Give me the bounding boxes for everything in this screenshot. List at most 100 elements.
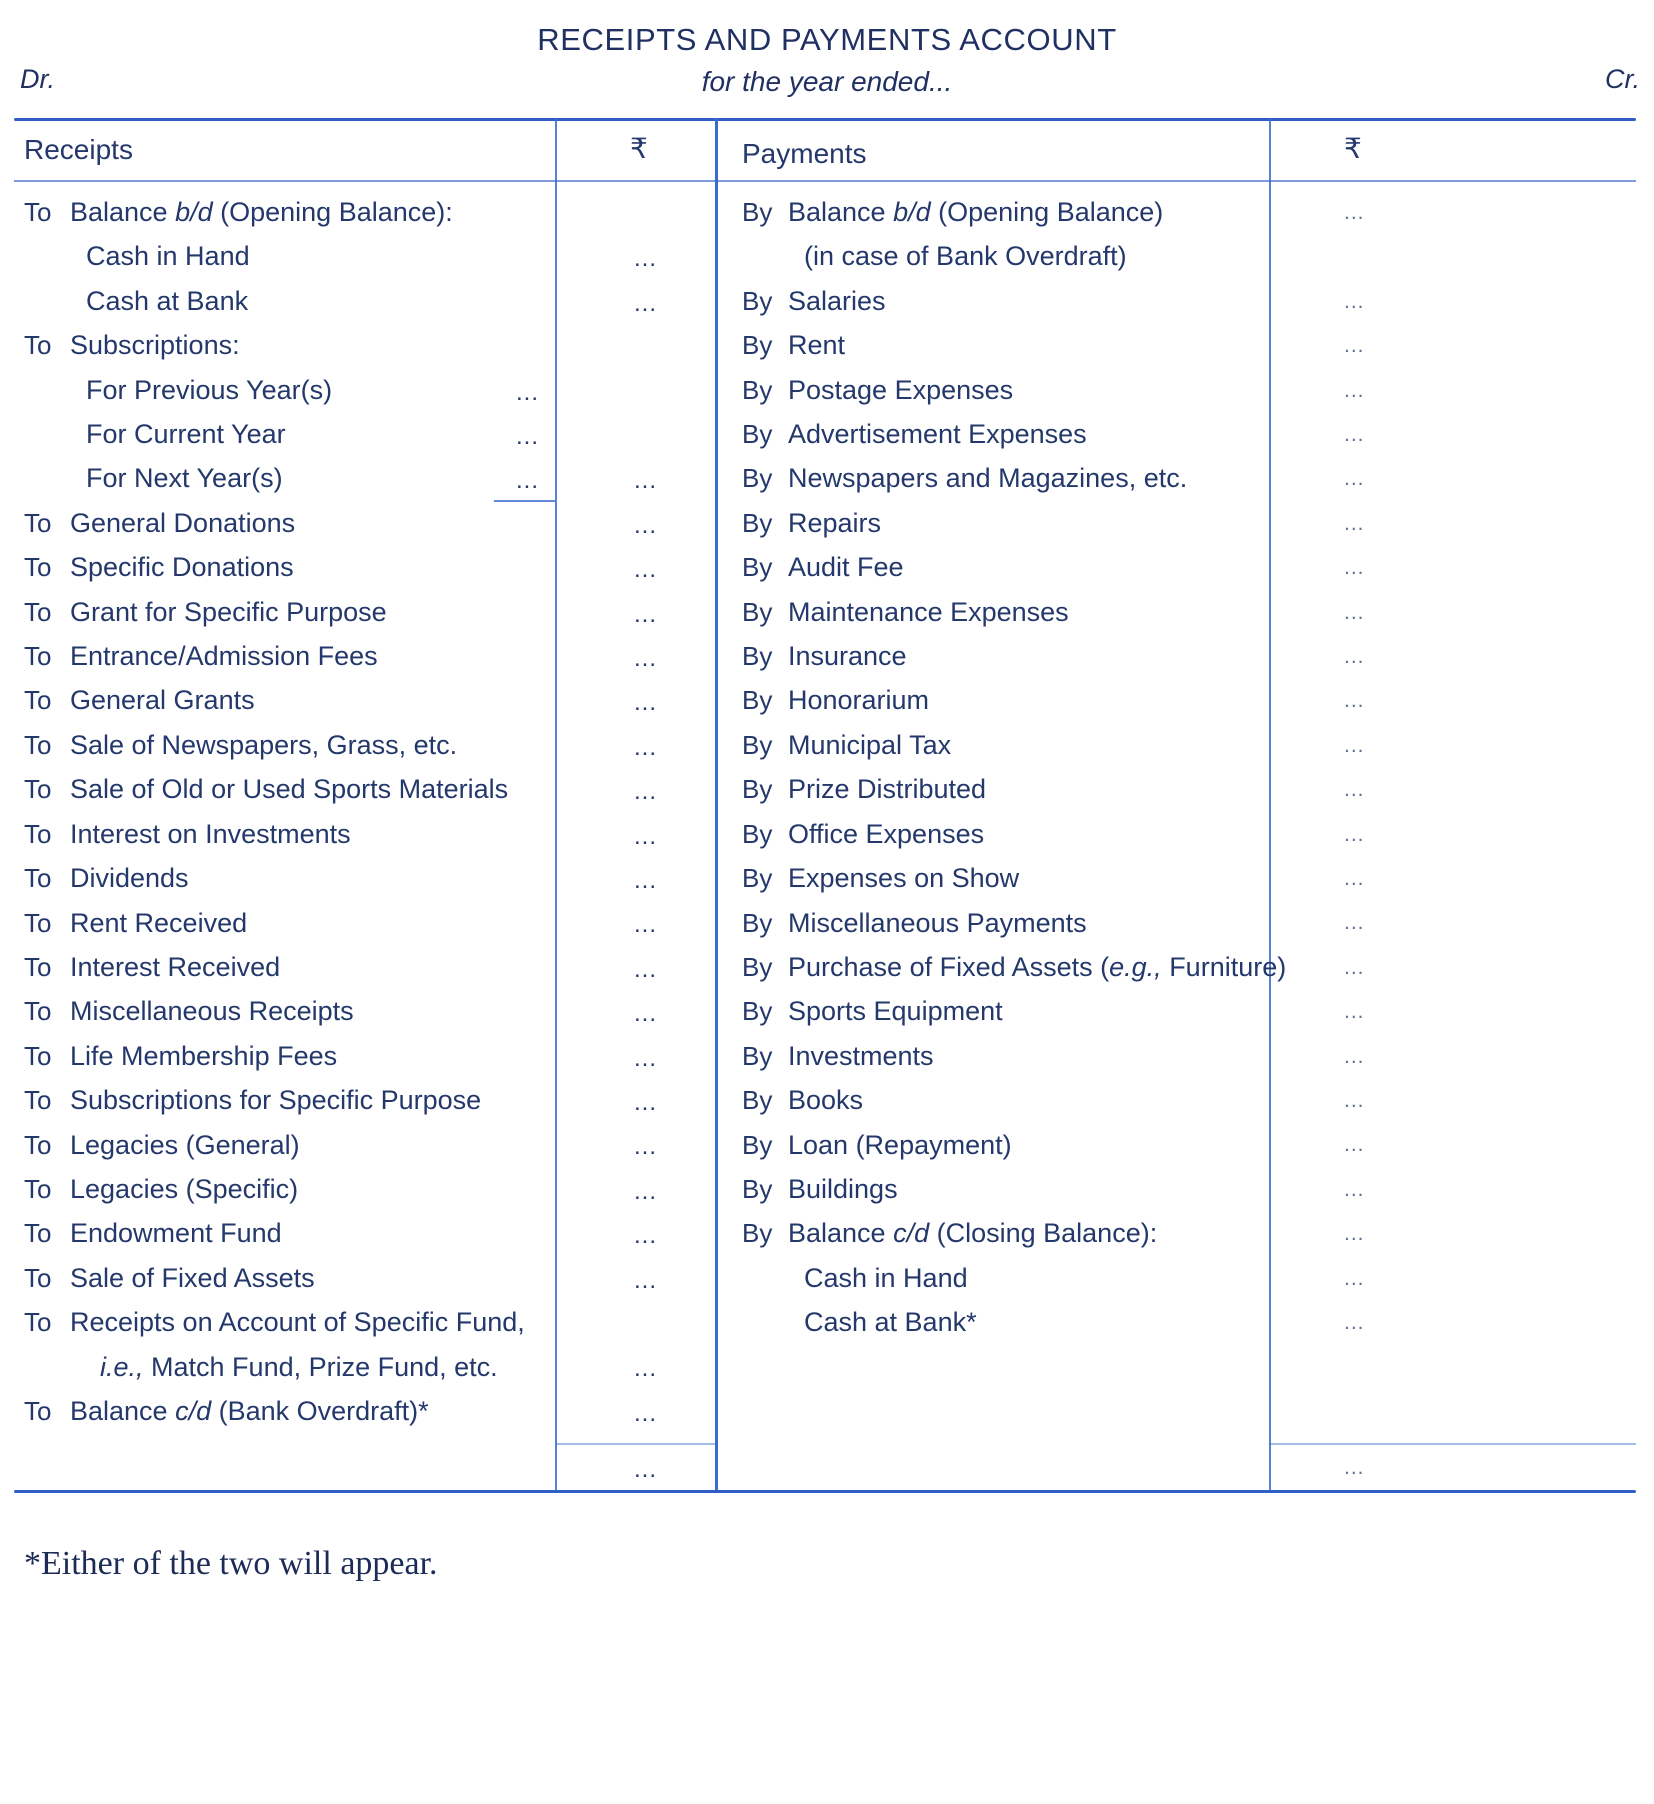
amount-cell: ... (634, 245, 658, 273)
ledger-entry: To Entrance/Admission Fees (24, 634, 549, 678)
entry-label: Salaries (788, 285, 886, 316)
ledger-entry: Cash at Bank* (742, 1300, 1262, 1344)
ledger-entry: By Balance b/d (Opening Balance) (742, 190, 1262, 234)
ledger-entry: Cash at Bank (24, 279, 549, 323)
ledger-entry: By Sports Equipment (742, 989, 1262, 1033)
entry-label: Balance c/d (Bank Overdraft)* (70, 1395, 429, 1426)
header-separator (14, 180, 1636, 182)
ledger-entry: By Investments (742, 1034, 1262, 1078)
entry-label: Municipal Tax (788, 729, 952, 760)
amount-cell: ... (634, 733, 658, 761)
entry-prefix: To (24, 197, 52, 227)
ledger-entry: By Municipal Tax (742, 723, 1262, 767)
entry-label: For Previous Year(s) (86, 374, 333, 405)
entry-prefix: By (742, 729, 773, 760)
table-bottom-border (14, 1490, 1636, 1494)
entry-label: Investments (788, 1040, 934, 1071)
amount-cell: ... (1344, 645, 1365, 668)
ledger-entry: To Subscriptions for Specific Purpose (24, 1078, 549, 1122)
entry-label: General Grants (70, 685, 255, 716)
amount-subcell: ... (516, 423, 540, 450)
entry-label: Buildings (788, 1173, 898, 1204)
ledger-entry: By Postage Expenses (742, 368, 1262, 412)
entry-prefix: By (742, 863, 773, 894)
footnote: *Either of the two will appear. (24, 1545, 438, 1582)
amount-cell: ... (1344, 423, 1365, 446)
ledger-entry: To Subscriptions: (24, 323, 549, 367)
entry-prefix: By (742, 818, 773, 849)
ledger-entry: For Previous Year(s) (24, 368, 549, 412)
entry-prefix: By (742, 774, 773, 805)
amount-cell: ... (634, 1133, 658, 1161)
entry-label: Sale of Fixed Assets (70, 1262, 315, 1293)
ledger-entry: By Newspapers and Magazines, etc. (742, 456, 1262, 500)
ledger-entry: To Miscellaneous Receipts (24, 989, 549, 1033)
entry-prefix: To (24, 951, 52, 982)
entry-label: (in case of Bank Overdraft) (804, 241, 1127, 272)
entry-label: Insurance (788, 641, 907, 672)
debit-marker: Dr. (20, 64, 55, 94)
receipts-total-amount: ... (634, 1456, 658, 1483)
ledger-entry: To Life Membership Fees (24, 1034, 549, 1078)
entry-label: Interest on Investments (70, 818, 351, 849)
entry-prefix: By (742, 1218, 773, 1249)
receipts-payments-account-sheet: RECEIPTS AND PAYMENTS ACCOUNT for the ye… (0, 0, 1654, 1804)
amount-cell: ... (1344, 334, 1365, 358)
ledger-entry: To Sale of Old or Used Sports Materials (24, 767, 549, 811)
amount-cell: ... (1344, 1089, 1365, 1112)
entry-label: Balance c/d (Closing Balance): (788, 1218, 1158, 1249)
amount-cell: ... (1344, 378, 1365, 402)
entry-label: Purchase of Fixed Assets (e.g., Furnitur… (788, 951, 1287, 982)
entry-label: Maintenance Expenses (788, 596, 1069, 627)
entry-label: Prize Distributed (788, 774, 987, 805)
entry-prefix: By (742, 374, 773, 405)
ledger-entry: To Interest on Investments (24, 812, 549, 856)
payments-total-amount: ... (1344, 1456, 1365, 1479)
amount-cell: ... (1344, 556, 1365, 580)
entry-label: Subscriptions for Specific Purpose (70, 1085, 482, 1116)
entry-prefix: By (742, 507, 773, 538)
ledger-entry: By Audit Fee (742, 545, 1262, 589)
credit-marker: Cr. (1605, 64, 1640, 94)
entry-prefix: To (24, 1173, 52, 1204)
entry-label: Audit Fee (788, 552, 904, 583)
entry-prefix: To (24, 907, 52, 938)
entry-prefix: To (24, 685, 52, 716)
ledger-entry: To General Donations (24, 501, 549, 545)
amount-cell: ... (634, 822, 658, 850)
amount-cell: ... (1344, 1266, 1365, 1290)
ledger-entry: By Prize Distributed (742, 767, 1262, 811)
entry-prefix: By (742, 951, 773, 982)
entry-label: Postage Expenses (788, 374, 1014, 405)
entry-label: General Donations (70, 507, 296, 538)
entry-prefix: By (742, 1040, 773, 1071)
entry-label: Rent Received (70, 907, 248, 938)
ledger-entry: By Rent (742, 323, 1262, 367)
entry-prefix: To (24, 774, 52, 805)
entry-label: Cash at Bank (86, 285, 249, 316)
entry-label: Receipts on Account of Specific Fund, (70, 1307, 525, 1338)
entry-prefix: By (742, 419, 773, 450)
entry-prefix: To (24, 1262, 52, 1293)
receipts-amount-column-header: ₹ (630, 133, 648, 164)
entry-label: Dividends (70, 863, 189, 894)
entry-label: Cash at Bank* (804, 1307, 977, 1338)
amount-cell: ... (1344, 467, 1365, 491)
amount-cell: ... (634, 556, 658, 584)
entry-prefix: To (24, 996, 52, 1027)
entry-label: Sale of Newspapers, Grass, etc. (70, 729, 458, 760)
payments-total-rule (1269, 1443, 1636, 1445)
ledger-entry: To Rent Received (24, 901, 549, 945)
amount-cell: ... (1344, 778, 1365, 802)
entry-label: Subscriptions: (70, 330, 240, 361)
amount-cell: ... (634, 911, 658, 939)
entry-prefix: To (24, 729, 52, 760)
amount-cell: ... (634, 1177, 658, 1205)
payments-column-header: Payments (742, 138, 867, 169)
amount-cell: ... (1344, 1044, 1365, 1068)
entry-label: For Next Year(s) (86, 463, 283, 494)
ledger-entry: By Loan (Repayment) (742, 1123, 1262, 1167)
amount-cell: ... (634, 1399, 658, 1427)
ledger-entry: To Specific Donations (24, 545, 549, 589)
entry-label: Legacies (Specific) (70, 1173, 299, 1204)
